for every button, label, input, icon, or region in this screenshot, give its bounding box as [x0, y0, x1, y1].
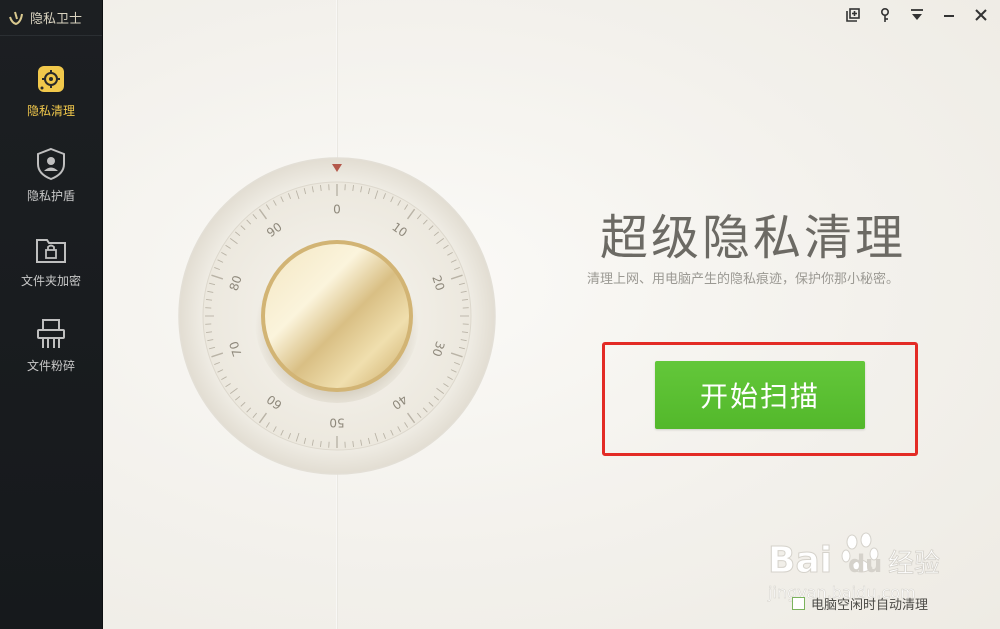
page-title: 超级隐私清理 [600, 210, 907, 266]
auto-clean-option: 电脑空闲时自动清理 [792, 594, 928, 613]
sidebar-item-label: 隐私护盾 [26, 188, 75, 203]
minimize-icon[interactable] [940, 6, 958, 24]
window-controls [844, 6, 990, 24]
start-scan-button[interactable]: 开始扫描 [655, 361, 865, 429]
safe-dial: 0102030405060708090 [178, 157, 496, 475]
sidebar-item-privacy-clean[interactable]: 隐私清理 [0, 50, 102, 130]
sidebar-item-label: 文件粉碎 [26, 358, 75, 373]
auto-clean-checkbox[interactable] [792, 597, 805, 610]
dial-tick-label: 0 [333, 203, 341, 217]
dial-tick-label: 50 [329, 416, 344, 430]
gear-icon [34, 62, 68, 96]
sidebar-item-privacy-shield[interactable]: 隐私护盾 [0, 135, 102, 215]
svg-text:du: du [848, 550, 882, 578]
app-logo-icon [6, 8, 26, 28]
add-icon[interactable] [844, 6, 862, 24]
sidebar-item-folder-encrypt[interactable]: 文件夹加密 [0, 220, 102, 300]
shredder-icon [34, 317, 68, 351]
sidebar: 隐私卫士 隐私清理 隐私护盾 文件夹加密 文件粉碎 [0, 0, 103, 629]
svg-text:Bai: Bai [768, 540, 832, 581]
sidebar-item-label: 隐私清理 [26, 103, 75, 118]
lock-folder-icon [34, 232, 68, 266]
sidebar-item-file-shred[interactable]: 文件粉碎 [0, 305, 102, 385]
dial-knob [265, 244, 409, 388]
app-name: 隐私卫士 [30, 12, 83, 27]
auto-clean-label: 电脑空闲时自动清理 [811, 598, 929, 613]
app-title-bar: 隐私卫士 [0, 0, 102, 36]
sidebar-item-label: 文件夹加密 [20, 273, 81, 288]
close-icon[interactable] [972, 6, 990, 24]
pin-icon[interactable] [876, 6, 894, 24]
page-subtitle: 清理上网、用电脑产生的隐私痕迹，保护你那小秘密。 [587, 272, 900, 287]
shield-icon [34, 147, 68, 181]
svg-text:经验: 经验 [888, 549, 940, 579]
menu-icon[interactable] [908, 6, 926, 24]
